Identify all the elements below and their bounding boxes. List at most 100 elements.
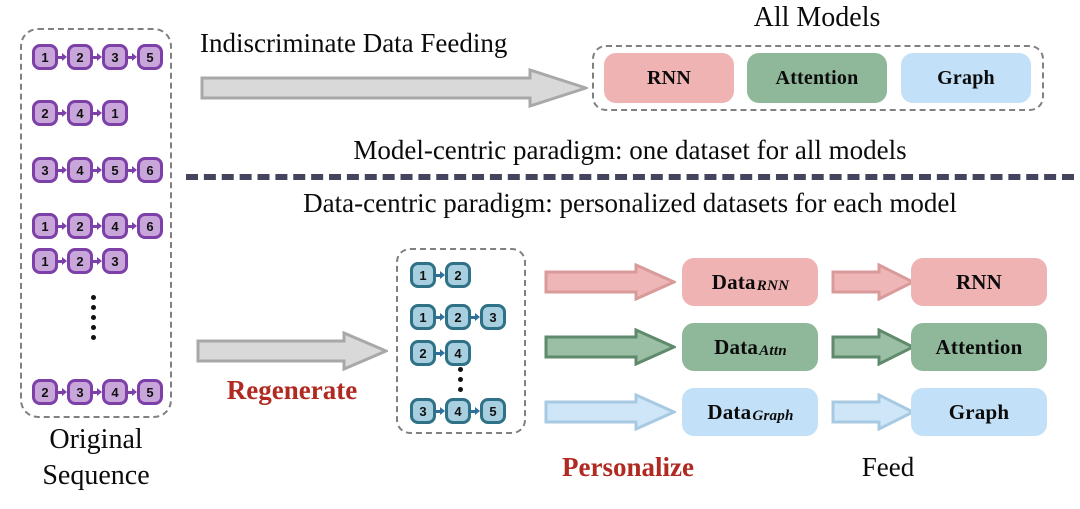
all-models-item-attention-label: Attention <box>775 66 859 89</box>
sequence-link-arrow-icon <box>93 166 102 174</box>
sequence-link-arrow-icon <box>128 388 137 396</box>
sequence-node: 2 <box>445 304 471 330</box>
sequence-link-arrow-icon <box>471 407 480 415</box>
sequence-node: 4 <box>67 157 93 183</box>
original-sequence-row: 1246 <box>32 213 163 239</box>
target-model-rnn[interactable]: RNN <box>911 258 1047 306</box>
sequence-node: 3 <box>102 248 128 274</box>
all-models-item-graph[interactable]: Graph <box>901 53 1031 103</box>
regenerated-sequence-row: 24 <box>410 340 471 366</box>
regenerated-sequence-ellipsis <box>458 364 463 394</box>
regenerated-sequence-row: 345 <box>410 398 506 424</box>
sequence-link-arrow-icon <box>436 271 445 279</box>
dataset-pill-attention-base: Data <box>714 334 759 359</box>
sequence-node: 4 <box>67 100 93 126</box>
target-model-graph[interactable]: Graph <box>911 388 1047 436</box>
model-centric-caption: Model-centric paradigm: one dataset for … <box>353 135 907 165</box>
feed-arrow-rnn <box>831 263 915 301</box>
indiscriminate-feeding-heading: Indiscriminate Data Feeding <box>200 28 508 58</box>
regenerated-sequence-row: 123 <box>410 304 506 330</box>
sequence-node: 2 <box>32 100 58 126</box>
sequence-link-arrow-icon <box>93 53 102 61</box>
dataset-pill-graph-base: Data <box>707 399 752 424</box>
sequence-link-arrow-icon <box>58 166 67 174</box>
sequence-node: 3 <box>32 157 58 183</box>
feed-arrow-attention <box>831 328 915 366</box>
target-model-attention-label: Attention <box>935 334 1023 359</box>
dataset-pill-attention[interactable]: Data Attn <box>682 323 818 371</box>
sequence-link-arrow-icon <box>58 222 67 230</box>
sequence-link-arrow-icon <box>436 407 445 415</box>
sequence-node: 3 <box>102 44 128 70</box>
dataset-pill-attention-sub: Attn <box>759 342 787 359</box>
sequence-node: 1 <box>32 213 58 239</box>
data-centric-caption: Data-centric paradigm: personalized data… <box>303 188 957 218</box>
target-model-attention[interactable]: Attention <box>911 323 1047 371</box>
sequence-node: 3 <box>410 398 436 424</box>
dataset-pill-graph[interactable]: Data Graph <box>682 388 818 436</box>
sequence-link-arrow-icon <box>471 313 480 321</box>
sequence-node: 1 <box>410 262 436 288</box>
sequence-node: 2 <box>32 379 58 405</box>
sequence-node: 1 <box>32 248 58 274</box>
target-model-graph-label: Graph <box>948 399 1010 424</box>
feed-arrow-graph <box>831 393 915 431</box>
sequence-link-arrow-icon <box>128 166 137 174</box>
sequence-node: 2 <box>67 44 93 70</box>
all-models-item-graph-label: Graph <box>937 66 995 89</box>
original-sequence-ellipsis <box>91 292 96 342</box>
paradigm-divider <box>186 174 1074 180</box>
original-sequence-row: 2345 <box>32 379 163 405</box>
original-label-line2: Sequence <box>42 460 150 491</box>
sequence-link-arrow-icon <box>436 349 445 357</box>
regenerated-sequence-row: 12 <box>410 262 471 288</box>
all-models-item-rnn[interactable]: RNN <box>604 53 734 103</box>
dataset-pill-rnn-base: Data <box>711 269 756 294</box>
regenerate-arrow <box>196 331 388 371</box>
sequence-node: 6 <box>137 157 163 183</box>
sequence-link-arrow-icon <box>128 53 137 61</box>
sequence-node: 5 <box>102 157 128 183</box>
sequence-link-arrow-icon <box>58 109 67 117</box>
sequence-node: 4 <box>102 213 128 239</box>
sequence-node: 1 <box>102 100 128 126</box>
sequence-node: 6 <box>137 213 163 239</box>
sequence-node: 2 <box>410 340 436 366</box>
diagram-canvas: 1235241345612461232345 Original Sequence… <box>0 0 1080 509</box>
dataset-pill-rnn-sub: RNN <box>756 277 790 294</box>
sequence-node: 5 <box>137 44 163 70</box>
sequence-node: 4 <box>445 340 471 366</box>
original-sequence-row: 123 <box>32 248 128 274</box>
all-models-item-attention[interactable]: Attention <box>747 53 887 103</box>
regenerate-label: Regenerate <box>226 375 358 405</box>
sequence-node: 1 <box>410 304 436 330</box>
personalize-label: Personalize <box>562 452 694 482</box>
target-model-rnn-label: RNN <box>955 269 1003 294</box>
original-sequence-row: 241 <box>32 100 128 126</box>
sequence-node: 2 <box>445 262 471 288</box>
original-sequence-row: 3456 <box>32 157 163 183</box>
sequence-node: 3 <box>480 304 506 330</box>
sequence-link-arrow-icon <box>58 53 67 61</box>
feed-label: Feed <box>861 452 915 482</box>
sequence-node: 5 <box>480 398 506 424</box>
dataset-pill-rnn[interactable]: Data RNN <box>682 258 818 306</box>
sequence-link-arrow-icon <box>93 257 102 265</box>
sequence-link-arrow-icon <box>93 388 102 396</box>
personalize-arrow-rnn <box>544 263 676 301</box>
original-label-line1: Original <box>49 424 143 455</box>
sequence-node: 2 <box>67 213 93 239</box>
all-models-item-rnn-label: RNN <box>647 66 691 89</box>
sequence-node: 5 <box>137 379 163 405</box>
sequence-link-arrow-icon <box>93 222 102 230</box>
sequence-link-arrow-icon <box>93 109 102 117</box>
sequence-node: 4 <box>445 398 471 424</box>
sequence-link-arrow-icon <box>128 222 137 230</box>
sequence-node: 1 <box>32 44 58 70</box>
sequence-node: 2 <box>67 248 93 274</box>
sequence-link-arrow-icon <box>58 388 67 396</box>
sequence-link-arrow-icon <box>436 313 445 321</box>
personalize-arrow-attention <box>544 328 676 366</box>
indiscriminate-feeding-arrow <box>200 68 588 108</box>
all-models-title: All Models <box>753 2 881 33</box>
